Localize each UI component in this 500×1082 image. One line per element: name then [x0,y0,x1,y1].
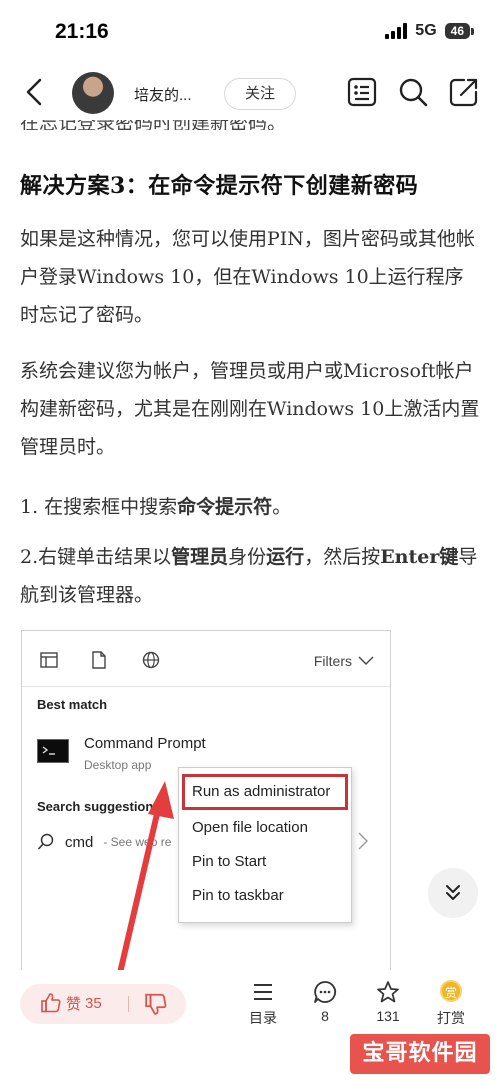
step-2-bold-run: 运行 [266,546,305,568]
double-chevron-down-icon [446,885,460,900]
menu-list-icon [254,984,272,1000]
step-1-suffix: 。 [272,496,292,518]
network-label: 5G [415,22,437,39]
step-1: 1. 在搜索框中搜索命令提示符。 [20,488,482,526]
paragraph-2: 系统会建议您为帐户，管理员或用户或Microsoft帐户构建新密码，尤其是在刚刚… [20,360,480,458]
share-icon[interactable] [448,76,480,108]
tip-coin-icon: 赏 [440,980,462,1002]
like-button[interactable]: 赞 35 [40,992,102,1014]
grid-icon [40,652,58,668]
thumbs-up-icon [41,993,61,1013]
context-open-file-location[interactable]: Open file location [192,819,308,836]
step-2-mid-2: ，然后按 [304,546,381,568]
context-menu: Run as administrator Open file location … [178,767,352,923]
step-1-bold: 命令提示符 [177,496,273,518]
chevron-down-icon [358,656,374,665]
scroll-to-next-button[interactable] [428,868,478,918]
suggestion-query: cmd [65,833,94,851]
command-prompt-title[interactable]: Command Prompt [84,735,206,752]
signal-icon [385,23,408,39]
command-prompt-icon [37,739,69,763]
step-1-prefix: 1. 在搜索框中搜索 [20,496,178,518]
search-panel-header: Filters [22,631,390,687]
follow-button[interactable]: 关注 [224,78,296,110]
pill-divider [128,996,129,1012]
comment-count: 8 [321,1008,329,1024]
status-bar: 21:16 5G 46 [0,0,500,64]
suggestion-hint: - See web re [103,835,172,849]
filters-label: Filters [313,653,352,669]
status-time: 21:16 [55,20,109,43]
author-name[interactable]: 培友的... [134,84,192,105]
context-pin-to-taskbar[interactable]: Pin to taskbar [192,887,284,904]
watermark-logo: 宝哥软件园 [350,1034,490,1074]
search-icon[interactable] [397,76,429,108]
vote-pill: 赞 35 [20,984,186,1024]
step-2-prefix: 2.右键单击结果以 [20,546,172,568]
search-icon [37,833,54,850]
command-prompt-subtitle: Desktop app [84,758,152,772]
toc-button[interactable]: 目录 [233,980,293,1028]
like-count: 35 [85,994,102,1012]
thumbs-down-icon[interactable] [144,992,168,1016]
step-2-bold-admin: 管理员 [171,546,229,568]
author-avatar[interactable] [72,72,114,114]
step-2: 2.右键单击结果以管理员身份运行，然后按Enter键导航到该管理器。 [20,538,482,614]
battery-icon: 46 [444,23,475,39]
favorite-button[interactable]: 131 [358,980,418,1024]
tip-label: 打赏 [437,1010,465,1026]
list-icon[interactable] [346,76,378,108]
globe-icon [142,651,160,669]
filters-dropdown[interactable]: Filters [314,653,374,669]
favorite-count: 131 [376,1008,400,1024]
tip-button[interactable]: 赏 打赏 [421,980,481,1028]
context-run-as-admin[interactable]: Run as administrator [192,783,330,800]
paragraph-1: 如果是这种情况，您可以使用PIN，图片密码或其他帐户登录Windows 10，但… [20,228,475,326]
status-indicators: 5G 46 [385,22,475,40]
embedded-screenshot: Filters Best match Command Prompt Deskto… [21,630,391,972]
back-icon[interactable] [22,76,50,108]
best-match-label: Best match [37,697,108,712]
step-2-bold-enter: Enter键 [380,546,459,568]
toc-label: 目录 [249,1010,277,1026]
search-suggestion-row[interactable]: cmd - See web re [37,833,171,851]
section-heading: 解决方案3：在命令提示符下创建新密码 [20,173,419,199]
comment-button[interactable]: 8 [295,980,355,1024]
step-2-mid-1: 身份 [228,546,267,568]
like-label: 赞 [66,995,82,1013]
document-icon [92,651,106,669]
search-suggestions-label: Search suggestions [37,799,161,814]
star-icon [377,981,399,1003]
chevron-right-icon [358,832,368,850]
comment-icon [314,981,337,1003]
top-nav-bar: 培友的... 关注 [0,64,500,120]
context-pin-to-start[interactable]: Pin to Start [192,853,266,870]
